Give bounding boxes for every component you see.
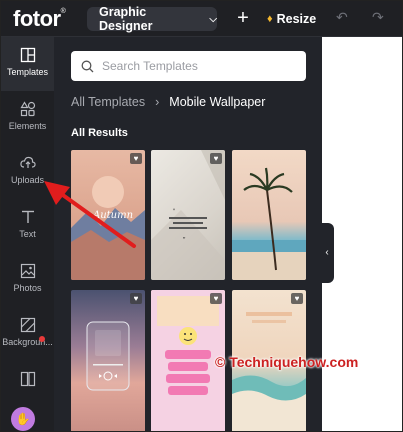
logo-text: fotor [13, 6, 61, 31]
sidebar-item-background[interactable]: Backgroun... [1, 307, 54, 361]
template-thumbnail [151, 290, 225, 431]
background-icon [20, 317, 35, 333]
collapse-panel-button[interactable]: ‹ [320, 223, 334, 283]
heart-icon[interactable]: ♥ [130, 153, 142, 164]
search-input[interactable] [102, 59, 292, 73]
canvas-page[interactable] [322, 37, 402, 431]
watermark-text: © Techniquehow.com [215, 354, 359, 370]
search-icon [81, 60, 94, 72]
template-thumbnail: “ ” [151, 150, 225, 280]
redo-icon[interactable]: ↷ [372, 9, 384, 26]
sidebar-item-label: Backgroun... [2, 337, 53, 347]
results-heading: All Results [71, 127, 128, 139]
sidebar-item-label: Elements [8, 121, 47, 131]
elements-icon [19, 101, 35, 117]
heart-icon[interactable]: ♥ [210, 153, 222, 164]
template-thumbnail [232, 167, 306, 280]
templates-icon [20, 47, 35, 63]
breadcrumb-all-templates[interactable]: All Templates [71, 95, 145, 109]
heart-icon[interactable]: ♥ [210, 293, 222, 304]
resize-button[interactable]: ♦ Resize [267, 7, 316, 31]
search-box[interactable] [71, 51, 306, 81]
template-card[interactable] [232, 150, 306, 280]
notification-dot [39, 336, 45, 342]
apps-icon [20, 371, 35, 387]
editor-canvas[interactable] [322, 37, 402, 431]
breadcrumb: All Templates › Mobile Wallpaper [71, 95, 265, 109]
sidebar-item-elements[interactable]: Elements [1, 91, 54, 145]
sidebar-item-label: Text [19, 229, 36, 239]
registered-mark: ® [60, 8, 66, 15]
template-card[interactable]: ♥ [151, 290, 225, 431]
photos-icon [20, 263, 35, 279]
app-window: fotor® Graphic Designer ⌵ + ♦ Resize ↶ ↷… [0, 0, 403, 432]
sidebar-item-label: Photos [13, 283, 42, 293]
annotation-arrow [44, 181, 136, 248]
chevron-down-icon: ⌵ [209, 13, 217, 25]
template-thumbnail [86, 321, 130, 391]
heart-icon[interactable]: ♥ [291, 293, 303, 304]
text-icon [21, 210, 34, 223]
sidebar-item-templates[interactable]: Templates [1, 37, 54, 91]
design-type-label: Graphic Designer [99, 5, 153, 33]
sidebar-item-photos[interactable]: Photos [1, 253, 54, 307]
svg-text:“: “ [173, 209, 175, 215]
uploads-icon [19, 156, 36, 168]
crown-icon: ♦ [267, 13, 273, 25]
template-card[interactable]: ♥ [71, 290, 145, 431]
help-avatar-icon[interactable]: ✋ [11, 407, 35, 431]
add-button[interactable]: + [233, 7, 253, 31]
undo-icon[interactable]: ↶ [336, 9, 348, 26]
heart-icon[interactable]: ♥ [130, 293, 142, 304]
template-card[interactable]: “ ” ♥ [151, 150, 225, 280]
chevron-right-icon: › [155, 95, 160, 109]
breadcrumb-current: Mobile Wallpaper [169, 95, 266, 109]
sidebar-item-label: Templates [6, 67, 49, 77]
fotor-logo[interactable]: fotor® [13, 6, 66, 32]
design-type-dropdown[interactable]: Graphic Designer ⌵ [87, 5, 217, 33]
resize-label: Resize [276, 12, 317, 26]
top-bar: fotor® Graphic Designer ⌵ + ♦ Resize ↶ ↷ [1, 1, 402, 37]
